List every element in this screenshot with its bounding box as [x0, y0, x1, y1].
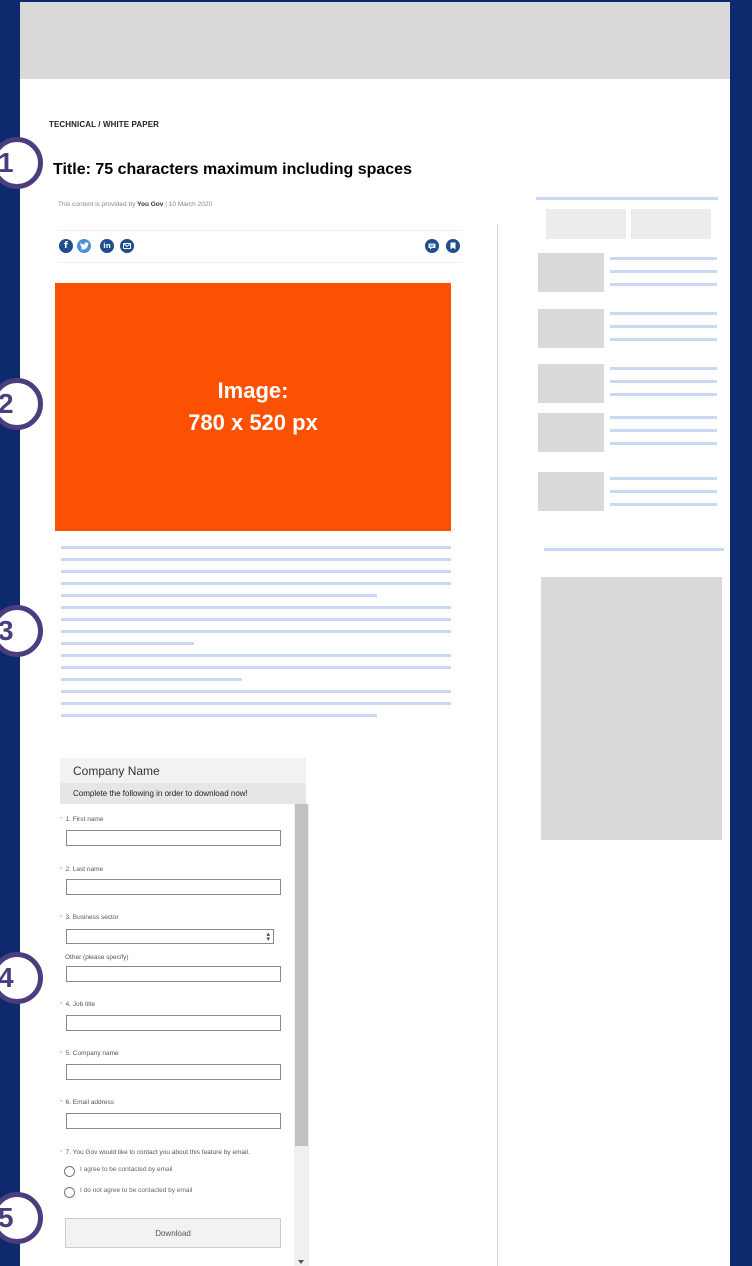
form-scrollbar[interactable]	[294, 804, 309, 1266]
scroll-down-arrow-icon[interactable]	[298, 1260, 304, 1264]
company-name-label: * 5. Company name	[60, 1050, 119, 1057]
text-placeholder-line	[61, 678, 242, 681]
last-name-label: * 2. Last name	[60, 866, 104, 873]
email-icon[interactable]	[120, 239, 134, 253]
text-placeholder-line	[61, 666, 451, 669]
text-placeholder-line	[61, 582, 451, 585]
sidebar-placeholder-line	[610, 490, 717, 493]
sidebar-thumbnail-placeholder[interactable]	[538, 413, 604, 452]
sidebar-placeholder-line	[610, 270, 717, 273]
form-instructions: Complete the following in order to downl…	[60, 783, 306, 804]
text-placeholder-line	[61, 558, 451, 561]
article-meta: This content is provided by You Gov | 10…	[58, 201, 212, 208]
sidebar-placeholder-line	[610, 312, 717, 315]
sidebar-placeholder-line	[536, 197, 718, 200]
sidebar-thumbnail-placeholder[interactable]	[538, 364, 604, 403]
form-company-name: Company Name	[60, 758, 306, 783]
sidebar-placeholder-line	[610, 503, 717, 506]
provided-by-text: This content is provided by	[58, 201, 136, 208]
sidebar-placeholder-line	[610, 393, 717, 396]
sidebar-placeholder-line	[610, 429, 717, 432]
required-marker: *	[60, 866, 63, 873]
hero-image-label: Image:	[217, 378, 289, 403]
consent-no-label[interactable]: I do not agree to be contacted by email	[80, 1187, 192, 1194]
twitter-icon[interactable]	[77, 239, 91, 253]
business-sector-select[interactable]: ▴ ▾	[66, 929, 274, 944]
text-placeholder-line	[61, 702, 451, 705]
other-specify-label: Other (please specify)	[65, 954, 129, 961]
text-placeholder-line	[61, 546, 451, 549]
required-marker: *	[60, 816, 63, 823]
download-form: Company Name Complete the following in o…	[60, 758, 309, 1266]
provider-name[interactable]: You Gov	[137, 201, 163, 208]
text-placeholder-line	[61, 642, 194, 645]
sidebar-tab-placeholder[interactable]	[546, 209, 626, 239]
sidebar-placeholder-line	[610, 325, 717, 328]
select-arrows-icon: ▴ ▾	[266, 931, 270, 943]
sidebar-thumbnail-placeholder[interactable]	[538, 472, 604, 511]
first-name-input[interactable]	[66, 830, 281, 846]
consent-question: * 7. You Gov would like to contact you ab…	[60, 1149, 250, 1156]
sidebar-thumbnail-placeholder[interactable]	[538, 309, 604, 348]
required-marker: *	[60, 1099, 63, 1106]
text-placeholder-line	[61, 654, 451, 657]
sidebar-thumbnail-placeholder[interactable]	[538, 253, 604, 292]
sidebar-placeholder-line	[610, 416, 717, 419]
last-name-input[interactable]	[66, 879, 281, 895]
text-placeholder-line	[61, 618, 451, 621]
sidebar-placeholder-line	[544, 548, 724, 551]
text-placeholder-line	[61, 594, 377, 597]
job-title-input[interactable]	[66, 1015, 281, 1031]
first-name-label: * 1. First name	[60, 816, 104, 823]
consent-no-radio[interactable]	[64, 1187, 75, 1198]
hero-image-placeholder: Image: 780 x 520 px	[55, 283, 451, 531]
company-name-input[interactable]	[66, 1064, 281, 1080]
sidebar-ad-placeholder	[541, 577, 722, 840]
sidebar-placeholder-line	[610, 380, 717, 383]
share-bar: f in	[57, 230, 463, 263]
sidebar-placeholder-line	[610, 338, 717, 341]
email-label: * 6. Email address	[60, 1099, 114, 1106]
page: TECHNICAL / WHITE PAPER Title: 75 charac…	[20, 2, 730, 1266]
consent-yes-radio[interactable]	[64, 1166, 75, 1177]
other-specify-input[interactable]	[66, 966, 281, 982]
bookmark-icon[interactable]	[446, 239, 460, 253]
business-sector-label: * 3. Business sector	[60, 914, 119, 921]
text-placeholder-line	[61, 630, 451, 633]
sidebar-placeholder-line	[610, 283, 717, 286]
sidebar-placeholder-line	[610, 257, 717, 260]
text-placeholder-line	[61, 570, 451, 573]
required-marker: *	[60, 1050, 63, 1057]
article-category[interactable]: TECHNICAL / WHITE PAPER	[49, 120, 159, 129]
linkedin-icon[interactable]: in	[100, 239, 114, 253]
sidebar-tab-placeholder[interactable]	[631, 209, 711, 239]
email-input[interactable]	[66, 1113, 281, 1129]
publish-date: | 10 March 2020	[165, 201, 213, 208]
facebook-icon[interactable]: f	[59, 239, 73, 253]
text-placeholder-line	[61, 714, 377, 717]
form-scrollbar-thumb[interactable]	[295, 804, 308, 1146]
required-marker: *	[60, 1149, 63, 1156]
required-marker: *	[60, 914, 63, 921]
article-title: Title: 75 characters maximum including s…	[53, 161, 412, 178]
job-title-label: * 4. Job title	[60, 1001, 96, 1008]
sidebar-placeholder-line	[610, 367, 717, 370]
comment-icon[interactable]	[425, 239, 439, 253]
text-placeholder-line	[61, 690, 451, 693]
hero-image-size: 780 x 520 px	[188, 410, 318, 435]
consent-yes-label[interactable]: I agree to be contacted by email	[80, 1166, 173, 1173]
sidebar-placeholder-line	[610, 477, 717, 480]
text-placeholder-line	[61, 606, 451, 609]
sidebar-placeholder-line	[610, 442, 717, 445]
required-marker: *	[60, 1001, 63, 1008]
download-button[interactable]: Download	[65, 1218, 281, 1248]
column-divider	[497, 224, 498, 1266]
header-banner-placeholder	[20, 2, 730, 79]
